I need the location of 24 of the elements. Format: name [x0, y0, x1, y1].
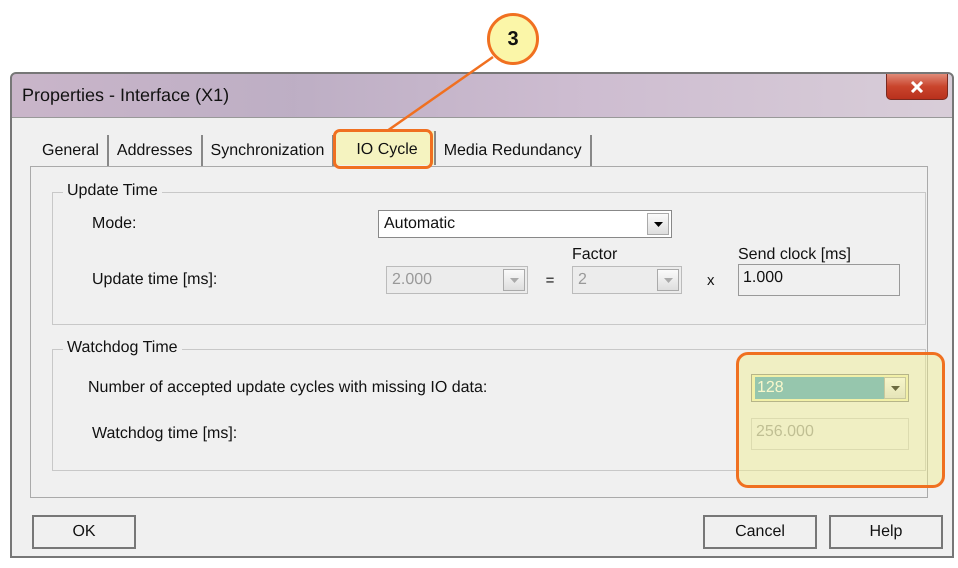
group-title: Update Time [63, 182, 162, 200]
tab[interactable]: IO Cycle [334, 131, 436, 165]
dropdown-arrow-icon [664, 278, 672, 282]
dialog-button[interactable]: OK [32, 515, 136, 549]
field-label: Watchdog time [ms]: [91, 425, 238, 443]
close-icon [910, 80, 924, 92]
field-label: Factor [572, 246, 618, 264]
group-title: Watchdog Time [63, 339, 182, 357]
window-title: Properties - Interface (X1) [22, 85, 230, 106]
field-label: Mode: [92, 215, 138, 233]
dialog-button[interactable]: Cancel [703, 515, 817, 549]
dialog-button[interactable]: Help [829, 515, 943, 549]
dropdown-arrow-icon [890, 386, 900, 390]
dropdown-arrow-icon [510, 278, 518, 282]
field-label: Number of accepted update cycles with missing IO data: [88, 379, 488, 397]
close-button[interactable] [886, 74, 948, 100]
callout-badge: 3 [487, 13, 539, 65]
equals-sign: = [544, 272, 556, 288]
field-label: Send clock [ms] [738, 246, 852, 264]
send-clock-field[interactable]: 1.000 [738, 264, 900, 296]
dropdown-arrow-icon [654, 222, 662, 226]
multiply-sign: x [707, 272, 716, 288]
mode-dropdown[interactable]: Automatic [378, 210, 672, 238]
field-label: Update time [ms]: [92, 271, 218, 289]
